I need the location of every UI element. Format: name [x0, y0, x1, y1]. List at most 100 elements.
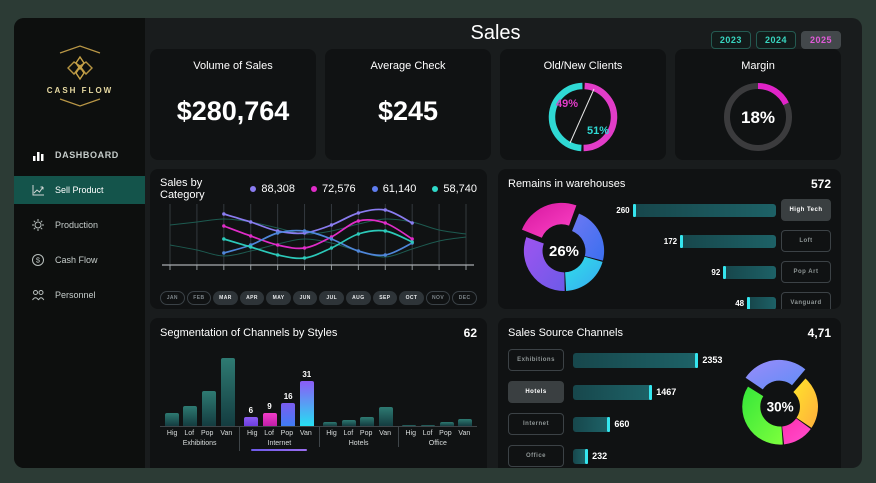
panel-title: Sales by Category [160, 177, 237, 201]
legend-dot [372, 186, 378, 192]
channel-button-internet[interactable]: Internet [508, 413, 564, 435]
month-pill-may[interactable]: MAY [266, 291, 291, 305]
legend-item: 61,140 [372, 183, 417, 195]
month-pill-aug[interactable]: AUG [346, 291, 371, 305]
warehouse-row: 260 High Tech [616, 199, 831, 221]
warehouse-bar: 48 [616, 297, 776, 310]
group-axis: HigLofPopVanInternet [239, 426, 318, 451]
sidebar-item-production[interactable]: Production [14, 211, 145, 239]
sidebar-item-sell-product[interactable]: Sell Product [14, 176, 145, 204]
style-button-vanguard[interactable]: Vanguard [781, 292, 831, 309]
year-button-2023[interactable]: 2023 [711, 31, 751, 49]
segment-bar: 9 [263, 413, 277, 426]
bar-value: 1467 [656, 387, 676, 397]
style-button-pop-art[interactable]: Pop Art [781, 261, 831, 283]
warehouse-row: 48 Vanguard [616, 292, 831, 309]
average-check-card: Average Check $245 [325, 49, 491, 160]
warehouse-bars: 260 High Tech 172Loft 92 Pop Art 48 Vanguard [616, 199, 831, 309]
category-legend: 88,30872,57661,14058,740 [250, 183, 477, 195]
month-pill-jan[interactable]: JAN [160, 291, 185, 305]
average-check-value: $245 [378, 72, 438, 160]
svg-text:18%: 18% [741, 108, 775, 127]
legend-item: 88,308 [250, 183, 295, 195]
old-new-clients-donut: 49% 51% [537, 74, 629, 160]
bar-cap [607, 417, 610, 432]
group-bars [319, 356, 398, 426]
month-pill-mar[interactable]: MAR [213, 291, 238, 305]
sidebar-item-personnel[interactable]: Personnel [14, 281, 145, 309]
month-pill-feb[interactable]: FEB [187, 291, 212, 305]
style-button-high-tech[interactable]: High Tech [781, 199, 831, 221]
segment-bar: 16 [281, 403, 295, 426]
bar-label: Hig [247, 430, 258, 437]
channel-button-hotels[interactable]: Hotels [508, 381, 564, 403]
bottom-row: Segmentation of Channels by Styles 62 Hi… [150, 318, 841, 468]
channel-bars: Exhibitions2353Hotels1467Internet660Offi… [508, 349, 722, 467]
month-pill-dec[interactable]: DEC [452, 291, 477, 305]
channel-button-office[interactable]: Office [508, 445, 564, 467]
margin-donut: 18% [712, 74, 804, 160]
year-button-2024[interactable]: 2024 [756, 31, 796, 49]
coin-icon: $ [31, 253, 45, 267]
bar-label: Hig [167, 430, 178, 437]
month-pill-jul[interactable]: JUL [319, 291, 344, 305]
people-icon [31, 288, 45, 302]
style-button-loft[interactable]: Loft [781, 230, 831, 252]
bar-label: Lof [264, 430, 274, 437]
warehouse-total: 572 [811, 177, 831, 191]
sidebar-item-label: Cash Flow [55, 255, 98, 265]
sales-source-body: Exhibitions2353Hotels1467Internet660Offi… [508, 349, 831, 467]
panel-header: Segmentation of Channels by Styles 62 [160, 326, 477, 340]
group-name[interactable]: Internet [240, 438, 318, 447]
group-bars [398, 356, 477, 426]
bar-label: Van [458, 430, 470, 437]
sidebar-item-dashboard[interactable]: DASHBOARD [14, 141, 145, 169]
segment-bar [323, 422, 337, 426]
month-pill-jun[interactable]: JUN [293, 291, 318, 305]
warehouse-bar: 92 [616, 266, 776, 279]
bar-labels: HigLofPopVan [320, 427, 398, 438]
old-new-clients-card: Old/New Clients 49% 51% [500, 49, 666, 160]
year-button-2025[interactable]: 2025 [801, 31, 841, 49]
channels-donut-chart: 30% [726, 349, 831, 459]
segment-group-hotels: HigLofPopVanHotels [319, 356, 398, 451]
segment-bar [458, 419, 472, 426]
bar-labels: HigLofPopVan [240, 427, 318, 438]
bar-fill [573, 353, 695, 368]
month-pill-nov[interactable]: NOV [426, 291, 451, 305]
group-bars [160, 356, 239, 426]
bar-value: 260 [616, 206, 629, 215]
card-title: Volume of Sales [193, 60, 273, 72]
bar-fill [573, 449, 585, 464]
bar-value: 2353 [702, 355, 722, 365]
sidebar-item-label: Sell Product [55, 185, 104, 195]
segment-bar [402, 425, 416, 426]
warehouse-row: 172Loft [616, 230, 831, 252]
month-pill-oct[interactable]: OCT [399, 291, 424, 305]
bar-fill [573, 417, 607, 432]
segment-bar [440, 422, 454, 426]
month-pill-apr[interactable]: APR [240, 291, 265, 305]
bar-label: Van [379, 430, 391, 437]
bar-cap [695, 353, 698, 368]
bar-fill [726, 266, 776, 279]
bar-cap [649, 385, 652, 400]
legend-dot [250, 186, 256, 192]
cash-flow-logo-icon: CASH FLOW [34, 44, 126, 108]
svg-text:49%: 49% [556, 98, 578, 110]
app-frame: CASH FLOW DASHBOARD Sell Product Productio… [14, 18, 862, 468]
sales-by-category-header: Sales by Category 88,30872,57661,14058,7… [160, 177, 477, 201]
segmentation-total: 62 [464, 326, 477, 340]
segment-group-exhibitions: HigLofPopVanExhibitions [160, 356, 239, 451]
bar-labels: HigLofPopVan [160, 427, 239, 438]
bar-value: 16 [281, 392, 295, 401]
segment-bar [183, 406, 197, 426]
segment-bar [342, 420, 356, 426]
legend-value: 72,576 [322, 183, 356, 195]
bar-label: Van [220, 430, 232, 437]
channel-button-exhibitions[interactable]: Exhibitions [508, 349, 564, 371]
sidebar-item-cash-flow[interactable]: $ Cash Flow [14, 246, 145, 274]
segment-bar [379, 407, 393, 426]
month-pill-sep[interactable]: SEP [373, 291, 398, 305]
legend-value: 88,308 [261, 183, 295, 195]
